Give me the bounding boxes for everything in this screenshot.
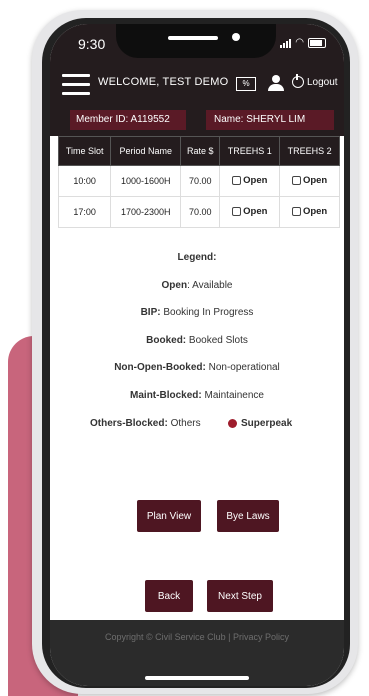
legend-desc: Booked Slots: [188, 335, 248, 346]
legend-desc: Non-operational: [208, 362, 280, 373]
table-row: 17:00 1700-2300H 70.00 Open Open: [57, 196, 340, 228]
plan-view-button[interactable]: Plan View: [137, 500, 201, 532]
legend-key: Others-Blocked:: [90, 418, 168, 429]
legend-superpeak: Superpeak: [228, 418, 292, 429]
slot-checkbox[interactable]: Open: [232, 175, 267, 186]
logout-button[interactable]: Logout: [292, 74, 338, 88]
col-treehs-2: TREEHS 2: [279, 136, 340, 166]
legend-item: Booked: Booked Slots: [50, 335, 344, 346]
user-icon[interactable]: [268, 75, 284, 91]
checkbox-icon: [291, 176, 301, 185]
legend-item: Non-Open-Booked: Non-operational: [50, 362, 344, 373]
next-step-button[interactable]: Next Step: [207, 580, 273, 612]
menu-icon[interactable]: [62, 74, 90, 96]
cell-treehs-1: Open: [219, 196, 281, 228]
legend-desc: Available: [192, 280, 233, 291]
cell-treehs-1: Open: [219, 165, 281, 197]
legend-key: Booked:: [146, 335, 187, 346]
wifi-icon: ◠: [295, 37, 304, 48]
camera-icon: [232, 33, 240, 41]
legend-item: Others-Blocked: Others: [90, 418, 201, 429]
status-bar: 9:30 ◠: [50, 24, 344, 64]
legend-desc: Maintainence: [204, 390, 264, 401]
slot-status: Open: [243, 175, 268, 186]
legend-key: Maint-Blocked:: [130, 390, 202, 401]
col-treehs-1: TREEHS 1: [219, 136, 281, 166]
col-time-slot: Time Slot: [57, 136, 112, 166]
cell-period: 1000-1600H: [110, 165, 182, 197]
power-icon: [292, 74, 304, 88]
notch: [116, 24, 276, 58]
superpeak-dot-icon: [228, 419, 237, 428]
col-rate: Rate $: [180, 136, 221, 166]
battery-icon: [308, 38, 326, 48]
status-icons: ◠: [280, 38, 326, 48]
cell-time: 10:00: [57, 165, 112, 197]
footer-copyright[interactable]: Copyright © Civil Service Club | Privacy…: [50, 632, 344, 642]
legend-desc: Others: [170, 418, 201, 429]
home-indicator[interactable]: [145, 676, 249, 680]
speaker-icon: [168, 36, 218, 40]
checkbox-icon: [291, 207, 301, 216]
legend-key: BIP:: [140, 307, 161, 318]
cell-rate: 70.00: [180, 196, 221, 228]
slot-checkbox[interactable]: Open: [291, 175, 328, 186]
slot-status: Open: [302, 206, 328, 217]
cell-period: 1700-2300H: [110, 196, 182, 228]
phone-screen: 9:30 ◠ WELCOME, TEST DEMO % Logout Membe…: [50, 24, 344, 686]
cell-treehs-2: Open: [279, 196, 340, 228]
superpeak-label: Superpeak: [241, 418, 293, 429]
legend-desc: Booking In Progress: [163, 307, 254, 318]
legend-title: Legend:: [177, 252, 217, 263]
legend-item: Open: Available: [161, 280, 233, 291]
table-row: 10:00 1000-1600H 70.00 Open Open: [57, 165, 340, 197]
welcome-text: WELCOME, TEST DEMO: [98, 76, 229, 88]
signal-icon: [280, 39, 292, 48]
slot-status: Open: [302, 175, 328, 186]
checkbox-icon: [232, 176, 242, 185]
slot-status: Open: [243, 206, 268, 217]
cell-treehs-2: Open: [279, 165, 340, 197]
legend-key: Non-Open-Booked:: [114, 362, 206, 373]
footer: Copyright © Civil Service Club | Privacy…: [50, 620, 344, 686]
legend-key: Open: [161, 280, 188, 291]
legend-item: Maint-Blocked: Maintainence: [50, 390, 344, 401]
member-id: Member ID: A119552: [70, 110, 186, 130]
bye-laws-button[interactable]: Bye Laws: [217, 500, 279, 532]
slot-checkbox[interactable]: Open: [232, 206, 267, 217]
percent-icon[interactable]: %: [236, 77, 256, 91]
slots-table: Time Slot Period Name Rate $ TREEHS 1 TR…: [57, 136, 340, 228]
cell-time: 17:00: [57, 196, 112, 228]
logout-label: Logout: [307, 76, 338, 88]
legend-item: BIP: Booking In Progress: [50, 307, 344, 318]
back-button[interactable]: Back: [145, 580, 193, 612]
member-name: Name: SHERYL LIM: [206, 110, 334, 130]
checkbox-icon: [232, 207, 242, 216]
cell-rate: 70.00: [180, 165, 221, 197]
status-time: 9:30: [78, 36, 106, 52]
table-header-row: Time Slot Period Name Rate $ TREEHS 1 TR…: [57, 136, 340, 166]
col-period-name: Period Name: [110, 136, 182, 166]
slot-checkbox[interactable]: Open: [291, 206, 328, 217]
app-header: WELCOME, TEST DEMO % Logout Member ID: A…: [50, 64, 344, 136]
